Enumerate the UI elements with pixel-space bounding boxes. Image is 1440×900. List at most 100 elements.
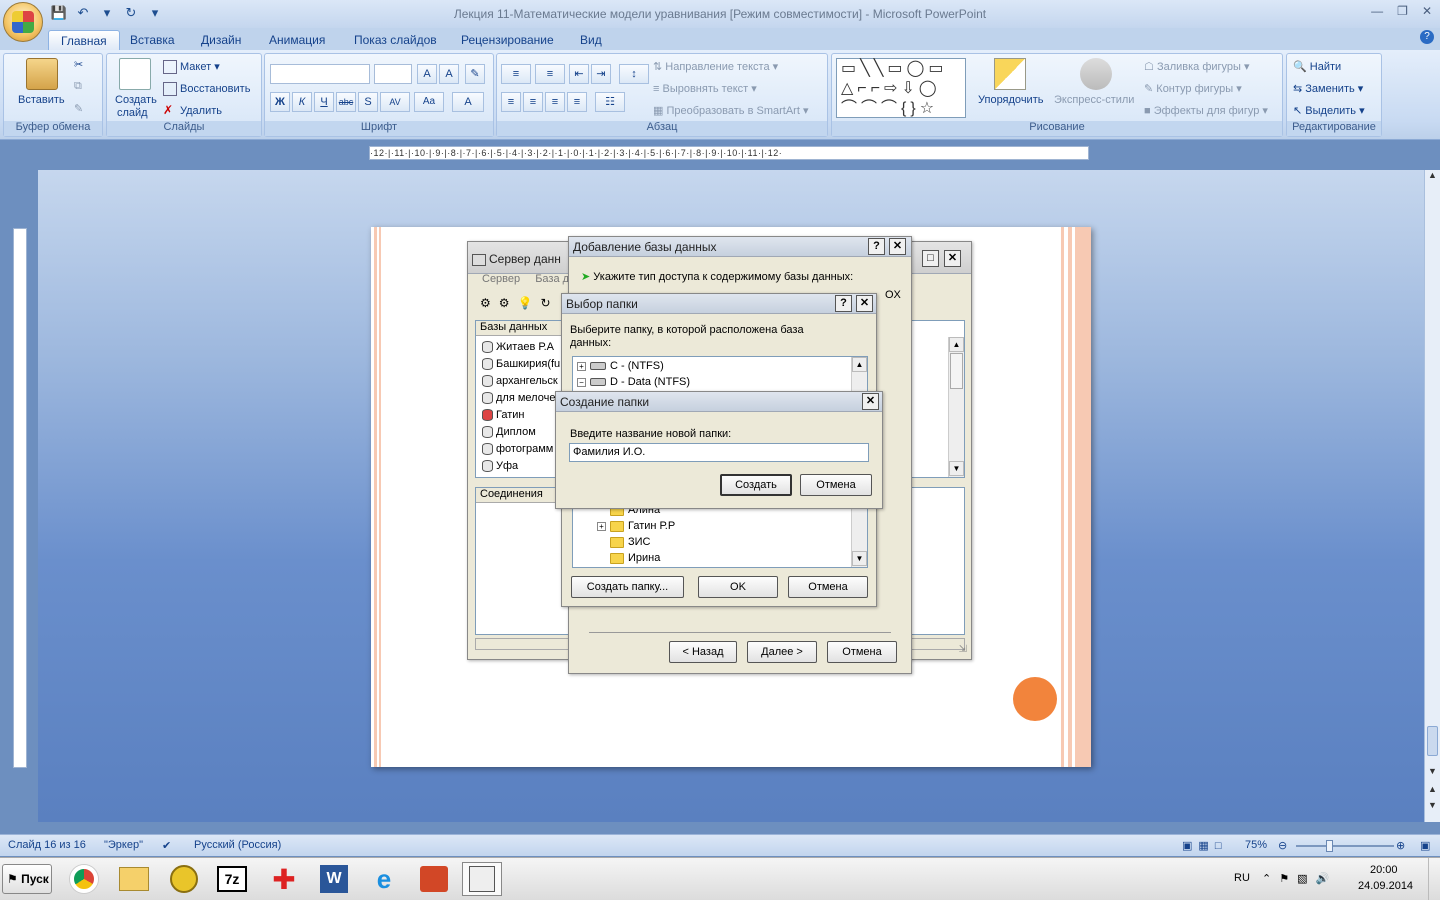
zoom-slider-track[interactable] [1296,845,1394,847]
server-maximize-icon[interactable]: □ [922,250,939,267]
bold-icon[interactable]: Ж [270,92,290,112]
cut-icon[interactable]: ✂ [74,58,83,71]
show-desktop-button[interactable] [1428,858,1440,900]
delete-button[interactable]: Удалить [180,105,222,117]
tab-review[interactable]: Рецензирование [449,30,566,50]
add-db-help-icon[interactable]: ? [868,238,885,255]
layout-button[interactable]: Макет [180,61,211,73]
find-button[interactable]: Найти [1310,61,1341,73]
next-slide-icon[interactable]: ▼ [1425,800,1440,810]
new-slide-button-line1[interactable]: Создать [115,94,157,106]
new-folder-close-icon[interactable]: ✕ [862,393,879,410]
list-item[interactable]: Гатин [482,409,524,422]
zoom-out-icon[interactable]: ⊖ [1278,839,1287,852]
collapse-icon[interactable]: − [577,377,586,387]
databases-scrollbar[interactable]: ▲ ▼ [948,337,964,477]
list-item[interactable]: фотограмм [482,443,553,456]
smartart-button[interactable]: Преобразовать в SmartArt [666,105,799,117]
new-slide-button-line2[interactable]: слайд [117,107,148,119]
active-app-icon[interactable] [462,862,502,896]
next-button[interactable]: Далее > [747,641,817,663]
folder-close-icon[interactable]: ✕ [856,295,873,312]
tree-item-drive-d[interactable]: − D - Data (NTFS) [577,376,690,388]
paste-icon[interactable] [26,58,58,90]
create-button[interactable]: Создать [720,474,792,496]
align-left-icon[interactable]: ≡ [501,92,521,112]
tab-animation[interactable]: Анимация [257,30,337,50]
scroll-up-icon[interactable]: ▲ [949,337,964,352]
line-spacing-icon[interactable]: ↕ [619,64,649,84]
language-tray[interactable]: RU [1234,872,1250,884]
tray-expand-icon[interactable]: ⌃ [1262,873,1279,885]
zoom-in-icon[interactable]: ⊕ [1396,839,1405,852]
normal-view-icon[interactable]: ▣ [1182,840,1198,852]
clock-time[interactable]: 20:00 [1370,864,1398,876]
minimize-icon[interactable]: — [1371,4,1383,18]
font-name-combo[interactable] [270,64,370,84]
start-button[interactable]: ⚑ Пуск [2,864,52,894]
toolbar-connect-icon[interactable]: ⚙ [480,296,499,310]
scroll-down-icon[interactable]: ▼ [852,551,867,566]
fit-to-window-icon[interactable]: ▣ [1420,839,1430,852]
toolbar-settings-icon[interactable]: ⚙ [499,296,518,310]
vertical-ruler[interactable] [13,228,27,768]
italic-icon[interactable]: К [292,92,312,112]
toolbar-refresh-icon[interactable]: ↻ [540,296,558,310]
network-icon[interactable]: ▧ [1297,873,1315,885]
chrome-icon[interactable] [64,862,104,896]
language-indicator[interactable]: Русский (Россия) [194,839,281,851]
prev-slide-icon[interactable]: ▲ [1425,784,1440,794]
copy-icon[interactable]: ⧉ [74,80,82,93]
list-item[interactable]: Башкирия(fu [482,358,560,371]
list-item[interactable]: Уфа [482,460,518,473]
font-color-icon[interactable]: A [452,92,484,112]
format-painter-icon[interactable]: ✎ [74,102,83,115]
folder-help-icon[interactable]: ? [835,295,852,312]
ok-button[interactable]: OK [698,576,778,598]
word-icon[interactable]: W [314,862,354,896]
justify-icon[interactable]: ≡ [567,92,587,112]
arrange-icon[interactable] [994,58,1026,90]
shape-outline-button[interactable]: Контур фигуры [1156,83,1233,95]
list-item[interactable]: для мелоче [482,392,555,405]
server-close-icon[interactable]: ✕ [944,250,961,267]
grow-font-icon[interactable]: A [417,64,437,84]
quick-styles-button[interactable]: Экспресс-стили [1054,94,1134,106]
create-folder-button[interactable]: Создать папку... [571,576,684,598]
numbering-icon[interactable]: ≡ [535,64,565,84]
menu-database[interactable]: База д [535,273,569,285]
tab-design[interactable]: Дизайн [189,30,253,50]
red-cross-icon[interactable]: ✚ [264,862,304,896]
paste-button[interactable]: Вставить [18,94,65,106]
vertical-scrollbar[interactable]: ▲ ▼ ▲ ▼ [1424,170,1440,822]
zoom-level[interactable]: 75% [1245,839,1267,851]
tab-home[interactable]: Главная [48,30,120,50]
zoom-slider-thumb[interactable] [1326,840,1333,852]
add-db-close-icon[interactable]: ✕ [889,238,906,255]
volume-icon[interactable]: 🔊 [1316,873,1338,885]
resize-grip-icon[interactable]: ⇲ [959,644,967,655]
clear-format-icon[interactable]: ✎ [465,64,485,84]
office-button[interactable] [3,2,43,42]
toolbar-light-icon[interactable]: 💡 [518,296,541,310]
change-case-icon[interactable]: Aa [414,92,444,112]
select-button[interactable]: Выделить [1305,105,1356,117]
scroll-up-icon[interactable]: ▲ [852,357,867,372]
new-folder-name-input[interactable]: Фамилия И.О. [569,443,869,462]
shrink-font-icon[interactable]: A [439,64,459,84]
scrollbar-thumb[interactable] [950,353,963,389]
reset-button[interactable]: Восстановить [180,83,250,95]
tree-item-folder[interactable]: Ирина [597,552,660,564]
scrollbar-thumb[interactable] [1427,726,1438,756]
align-center-icon[interactable]: ≡ [523,92,543,112]
tab-slideshow[interactable]: Показ слайдов [342,30,449,50]
replace-button[interactable]: Заменить [1305,83,1354,95]
list-item[interactable]: архангельск [482,375,558,388]
shape-effects-button[interactable]: Эффекты для фигур [1154,105,1260,117]
app-gold-icon[interactable] [164,862,204,896]
shape-fill-button[interactable]: Заливка фигуры [1157,61,1241,73]
tree-item-folder[interactable]: + Гатин Р.Р [597,520,675,532]
restore-icon[interactable]: ❐ [1397,4,1408,18]
quick-styles-icon[interactable] [1080,58,1112,90]
back-button[interactable]: < Назад [669,641,737,663]
